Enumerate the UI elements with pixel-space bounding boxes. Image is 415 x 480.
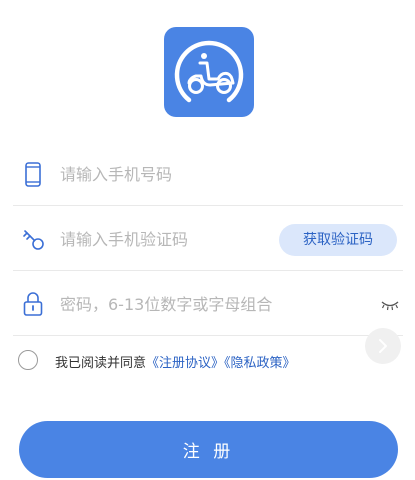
- next-button[interactable]: [365, 328, 401, 364]
- password-row: [13, 272, 403, 336]
- password-input[interactable]: [60, 284, 290, 324]
- phone-input[interactable]: [60, 154, 290, 194]
- divider: [13, 205, 403, 206]
- privacy-link[interactable]: 《隐私政策》: [224, 356, 296, 371]
- eye-closed-icon[interactable]: [380, 298, 400, 312]
- divider: [13, 270, 403, 271]
- verification-code-input[interactable]: [60, 219, 290, 259]
- agreement-prefix: 我已阅读并同意: [55, 356, 147, 371]
- agreement-text: 我已阅读并同意《注册协议》《隐私政策》: [55, 352, 296, 371]
- register-button[interactable]: 注 册: [19, 421, 398, 478]
- get-code-button[interactable]: 获取验证码: [279, 224, 397, 256]
- phone-row: [13, 142, 403, 206]
- app-logo: [164, 27, 254, 117]
- chevron-right-icon: [379, 339, 387, 353]
- agreement-checkbox[interactable]: [18, 350, 38, 370]
- lock-icon: [23, 292, 43, 316]
- key-icon: [23, 230, 44, 250]
- agreement-row: 我已阅读并同意《注册协议》《隐私政策》: [18, 349, 358, 373]
- divider: [13, 335, 403, 336]
- phone-icon: [25, 162, 41, 187]
- scooter-icon: [174, 40, 244, 103]
- terms-link[interactable]: 《注册协议》: [146, 356, 224, 371]
